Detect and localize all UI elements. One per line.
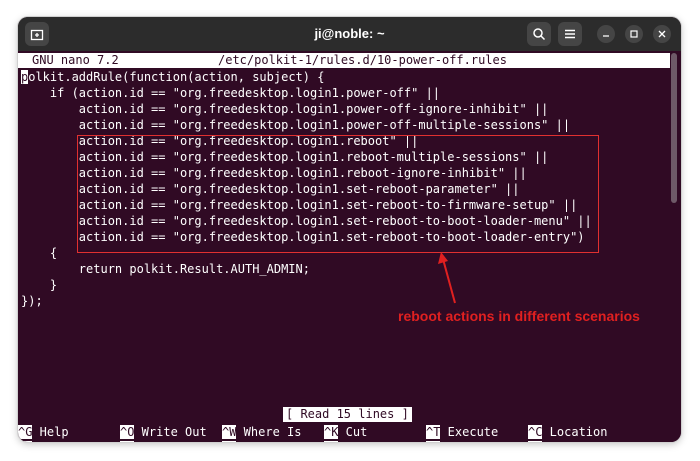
- shortcut-label: Read File: [134, 441, 207, 442]
- shortcut-item[interactable]: ^R Read File: [120, 440, 207, 442]
- shortcut-key: ^R: [120, 441, 135, 442]
- file-name: /etc/polkit-1/rules.d/10-power-off.rules: [218, 53, 507, 67]
- code-line: action.id == "org.freedesktop.login1.pow…: [21, 118, 571, 132]
- shortcut-key: ^C: [528, 425, 543, 439]
- shortcut-label: Write Out: [134, 425, 207, 439]
- shortcut-label: Where Is: [236, 425, 302, 439]
- search-icon[interactable]: [527, 22, 551, 46]
- shortcut-item[interactable]: ^U Paste: [324, 440, 382, 442]
- shortcut-key: ^T: [426, 425, 441, 439]
- nano-header-bar: GNU nano 7.2 /etc/polkit-1/rules.d/10-po…: [18, 53, 670, 68]
- code-line: action.id == "org.freedesktop.login1.set…: [21, 198, 578, 212]
- shortcut-key: ^/: [528, 441, 543, 442]
- code-line: action.id == "org.freedesktop.login1.set…: [21, 182, 520, 196]
- shortcut-item[interactable]: ^G Help: [18, 424, 69, 440]
- shortcut-label: Go To Line: [542, 441, 622, 442]
- shortcut-key: ^O: [120, 425, 135, 439]
- code-line: });: [21, 294, 43, 308]
- code-line: if (action.id == "org.freedesktop.login1…: [21, 86, 441, 100]
- shortcut-label: Help: [32, 425, 69, 439]
- shortcut-item[interactable]: ^C Location: [528, 424, 607, 440]
- title-bar: ji@noble: ~: [18, 17, 681, 51]
- code-line: }: [21, 278, 58, 292]
- code-line: action.id == "org.freedesktop.login1.reb…: [21, 166, 527, 180]
- scrollbar[interactable]: [671, 53, 677, 203]
- shortcut-item[interactable]: ^\ Replace: [222, 440, 294, 442]
- maximize-icon[interactable]: [625, 25, 643, 43]
- annotation-arrow: [438, 252, 456, 304]
- close-icon[interactable]: [653, 25, 671, 43]
- status-message: [ Read 15 lines ]: [283, 407, 412, 422]
- code-line: action.id == "org.freedesktop.login1.set…: [21, 214, 592, 228]
- shortcut-key: ^J: [426, 441, 441, 442]
- shortcut-label: Cut: [338, 425, 368, 439]
- code-line: action.id == "org.freedesktop.login1.reb…: [21, 134, 419, 148]
- text-cursor: p: [21, 70, 29, 84]
- code-line: return polkit.Result.AUTH_ADMIN;: [21, 262, 310, 276]
- code-line: action.id == "org.freedesktop.login1.pow…: [21, 102, 549, 116]
- hamburger-menu-icon[interactable]: [558, 22, 582, 46]
- shortcut-key: ^X: [18, 441, 33, 442]
- shortcut-item[interactable]: ^W Where Is: [222, 424, 301, 440]
- nano-version: GNU nano 7.2: [32, 53, 119, 67]
- annotation-label: reboot actions in different scenarios: [398, 308, 640, 324]
- code-line: {: [21, 246, 58, 260]
- shortcut-key: ^W: [222, 425, 237, 439]
- shortcut-item[interactable]: ^/ Go To Line: [528, 440, 622, 442]
- terminal-content[interactable]: GNU nano 7.2 /etc/polkit-1/rules.d/10-po…: [18, 51, 681, 442]
- shortcut-label: Replace: [236, 441, 295, 442]
- shortcut-label: Justify: [440, 441, 499, 442]
- code-line: action.id == "org.freedesktop.login1.reb…: [21, 150, 549, 164]
- shortcut-key: ^K: [324, 425, 339, 439]
- shortcut-key: ^G: [18, 425, 33, 439]
- code-line: action.id == "org.freedesktop.login1.set…: [21, 230, 585, 244]
- shortcut-label: Exit: [32, 441, 69, 442]
- shortcut-label: Execute: [440, 425, 499, 439]
- shortcut-item[interactable]: ^J Justify: [426, 440, 498, 442]
- code-line: polkit.addRule(function(action, subject)…: [21, 70, 325, 84]
- terminal-window: ji@noble: ~ GNU nano 7.2 /etc/polkit-1/r…: [18, 17, 681, 442]
- shortcut-item[interactable]: ^X Exit: [18, 440, 69, 442]
- shortcut-label: Location: [542, 425, 608, 439]
- shortcut-item[interactable]: ^T Execute: [426, 424, 498, 440]
- shortcut-key: ^\: [222, 441, 237, 442]
- shortcut-item[interactable]: ^K Cut: [324, 424, 367, 440]
- shortcut-item[interactable]: ^O Write Out: [120, 424, 207, 440]
- shortcut-label: Paste: [338, 441, 382, 442]
- shortcut-key: ^U: [324, 441, 339, 442]
- minimize-icon[interactable]: [597, 25, 615, 43]
